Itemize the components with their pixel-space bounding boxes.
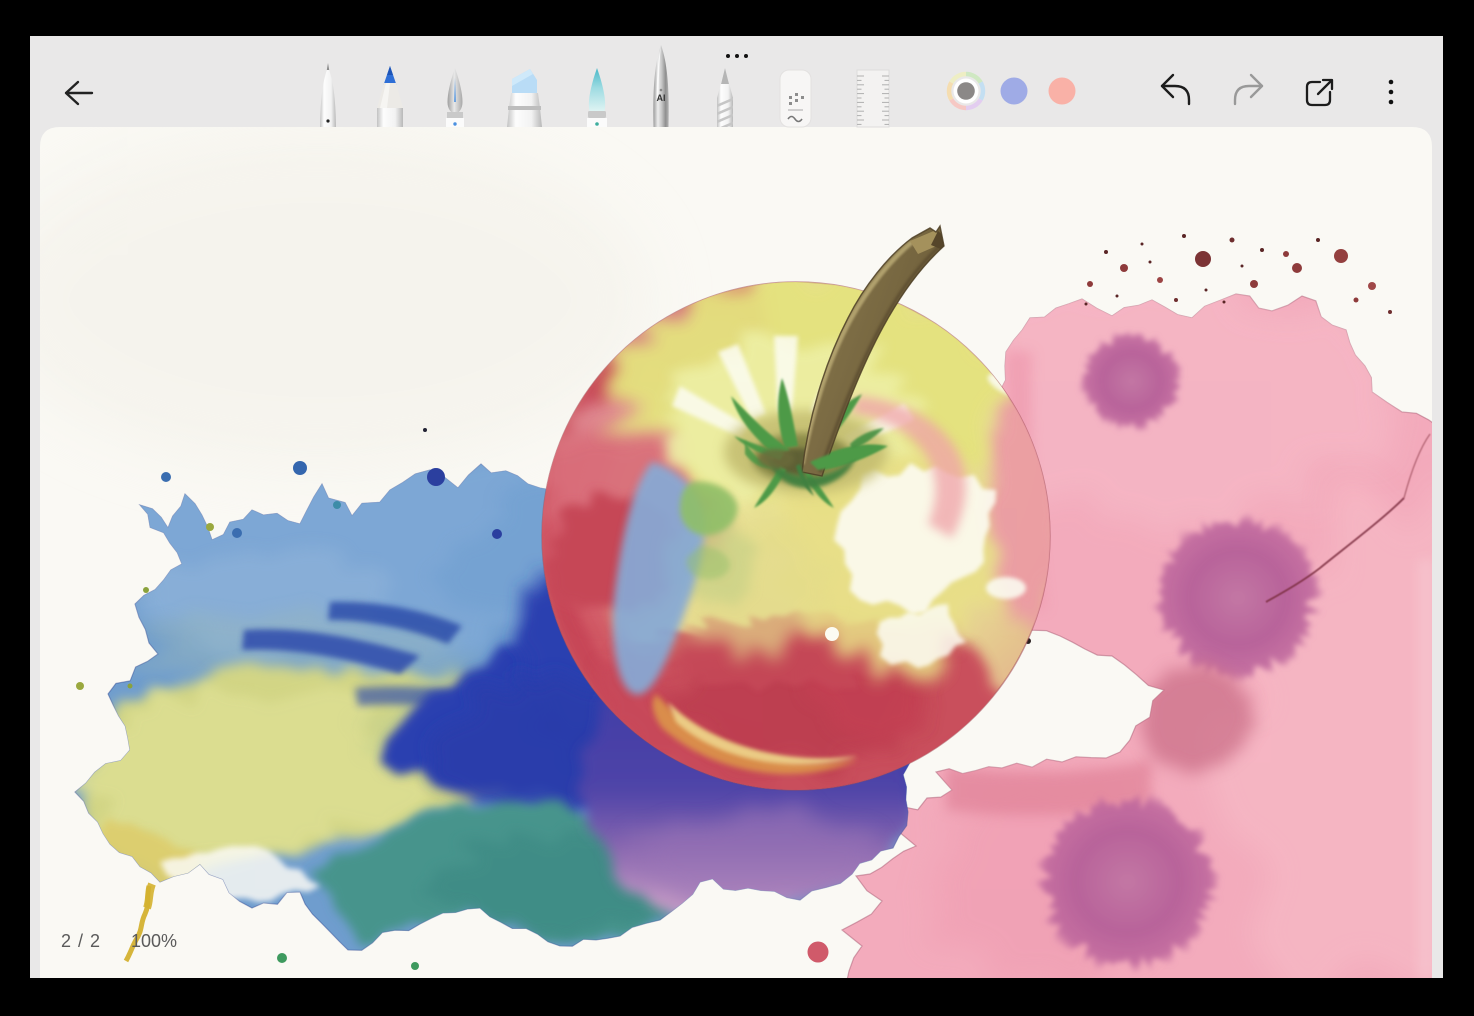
svg-text:AI: AI (657, 93, 666, 103)
svg-text:2 / 2: 2 / 2 (61, 931, 101, 951)
svg-text:100%: 100% (131, 931, 177, 951)
